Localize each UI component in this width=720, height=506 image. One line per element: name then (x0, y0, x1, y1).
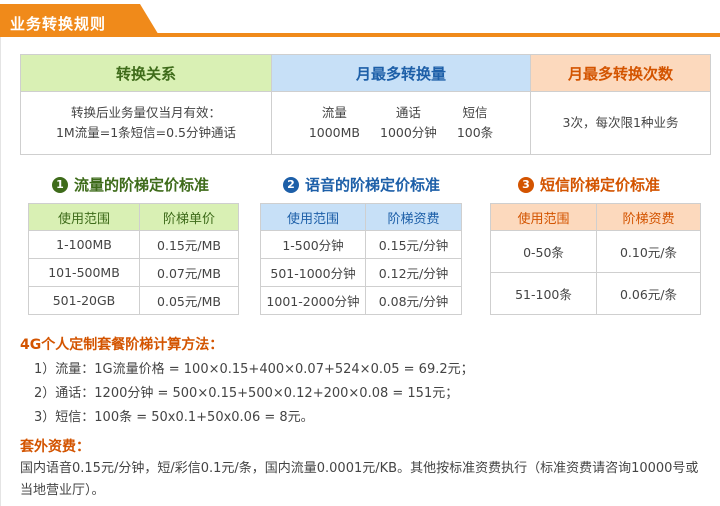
range-cell: 101-500MB (28, 258, 140, 287)
relation-line: 转换后业务量仅当月有效： (70, 105, 221, 120)
calculation-line-sms: 3）短信：100条 = 50x0.1+50x0.06 = 8元。 (34, 410, 314, 425)
number-badge-2: 2 (283, 176, 299, 193)
volume-value: 100条 (456, 125, 494, 140)
table-row: 501-20GB 0.05元/MB (28, 286, 239, 315)
data-pricing-title: 1 流量的阶梯定价标准 (52, 174, 209, 195)
section-title-text: 语音的阶梯定价标准 (305, 176, 441, 194)
max-times-cell: 3次，每次限1种业务 (530, 91, 711, 155)
volume-label: 短信 (462, 105, 488, 120)
volume-item-sms: 短信 100条 (457, 103, 493, 143)
calculation-line-voice: 2）通话：1200分钟 = 500×0.15+500×0.12+200×0.08… (34, 386, 459, 401)
volume-item-voice: 通话 1000分钟 (380, 103, 437, 143)
range-cell: 1001-2000分钟 (260, 286, 366, 315)
table-row: 1001-2000分钟 0.08元/分钟 (260, 286, 462, 315)
table-row: 101-500MB 0.07元/MB (28, 258, 239, 287)
volume-label: 通话 (395, 105, 421, 120)
price-cell: 0.10元/条 (596, 230, 701, 273)
range-cell: 501-20GB (28, 286, 140, 315)
sms-pricing-title: 3 短信阶梯定价标准 (518, 174, 660, 195)
number-badge-3: 3 (518, 176, 534, 193)
range-cell: 1-500分钟 (260, 230, 366, 259)
column-header: 阶梯单价 (139, 203, 239, 231)
price-cell: 0.05元/MB (139, 286, 239, 315)
max-volume-cell: 流量 1000MB 通话 1000分钟 短信 100条 (271, 91, 531, 155)
table-row: 1-100MB 0.15元/MB (28, 230, 239, 259)
table-row: 51-100条 0.06元/条 (490, 272, 701, 315)
header-title: 业务转换规则 (10, 15, 107, 33)
section-header: 业务转换规则 (0, 0, 720, 40)
price-cell: 0.08元/分钟 (365, 286, 462, 315)
volume-item-data: 流量 1000MB (309, 103, 360, 143)
data-pricing-table: 使用范围 阶梯单价 1-100MB 0.15元/MB 101-500MB 0.0… (28, 203, 239, 315)
number-badge-1: 1 (52, 176, 68, 193)
header-max-times: 月最多转换次数 (530, 54, 711, 92)
table-row: 501-1000分钟 0.12元/分钟 (260, 258, 462, 287)
table-row: 1-500分钟 0.15元/分钟 (260, 230, 462, 259)
header-relation: 转换关系 (20, 54, 272, 92)
relation-line: 1M流量=1条短信=0.5分钟通话 (55, 125, 237, 140)
volume-value: 1000分钟 (380, 125, 437, 140)
section-title-text: 流量的阶梯定价标准 (74, 176, 210, 194)
voice-pricing-table: 使用范围 阶梯资费 1-500分钟 0.15元/分钟 501-1000分钟 0.… (260, 203, 462, 315)
table-header-row: 使用范围 阶梯资费 (490, 203, 701, 231)
extra-charges-text: 国内语音0.15元/分钟，短/彩信0.1元/条，国内流量0.0001元/KB。其… (20, 461, 699, 498)
column-header: 使用范围 (260, 203, 366, 231)
section-title-text: 短信阶梯定价标准 (540, 176, 661, 194)
price-cell: 0.07元/MB (139, 258, 239, 287)
extra-charges-title: 套外资费： (20, 439, 90, 455)
column-header: 使用范围 (28, 203, 140, 231)
conversion-header-row: 转换关系 月最多转换量 月最多转换次数 (20, 54, 711, 92)
sms-pricing-table: 使用范围 阶梯资费 0-50条 0.10元/条 51-100条 0.06元/条 (490, 203, 701, 315)
left-border (0, 37, 1, 506)
price-cell: 0.12元/分钟 (365, 258, 462, 287)
range-cell: 0-50条 (490, 230, 597, 273)
header-max-volume: 月最多转换量 (271, 54, 531, 92)
conversion-table: 转换关系 月最多转换量 月最多转换次数 转换后业务量仅当月有效： 1M流量=1条… (20, 54, 711, 155)
voice-pricing-title: 2 语音的阶梯定价标准 (283, 174, 440, 195)
range-cell: 501-1000分钟 (260, 258, 366, 287)
calculation-line-data: 1）流量：1G流量价格 = 100×0.15+400×0.07+524×0.05… (34, 362, 474, 377)
price-cell: 0.15元/分钟 (365, 230, 462, 259)
header-tab: 业务转换规则 (0, 4, 160, 37)
range-cell: 1-100MB (28, 230, 140, 259)
volume-label: 流量 (321, 105, 347, 120)
calculation-title: 4G个人定制套餐阶梯计算方法： (20, 337, 224, 353)
price-cell: 0.06元/条 (596, 272, 701, 315)
volume-value: 1000MB (308, 125, 360, 140)
conversion-body-row: 转换后业务量仅当月有效： 1M流量=1条短信=0.5分钟通话 流量 1000MB… (20, 91, 711, 155)
table-row: 0-50条 0.10元/条 (490, 230, 701, 273)
column-header: 使用范围 (490, 203, 597, 231)
column-header: 阶梯资费 (365, 203, 462, 231)
price-cell: 0.15元/MB (139, 230, 239, 259)
range-cell: 51-100条 (490, 272, 597, 315)
table-header-row: 使用范围 阶梯单价 (28, 203, 239, 231)
relation-cell: 转换后业务量仅当月有效： 1M流量=1条短信=0.5分钟通话 (20, 91, 272, 155)
table-header-row: 使用范围 阶梯资费 (260, 203, 462, 231)
column-header: 阶梯资费 (596, 203, 701, 231)
